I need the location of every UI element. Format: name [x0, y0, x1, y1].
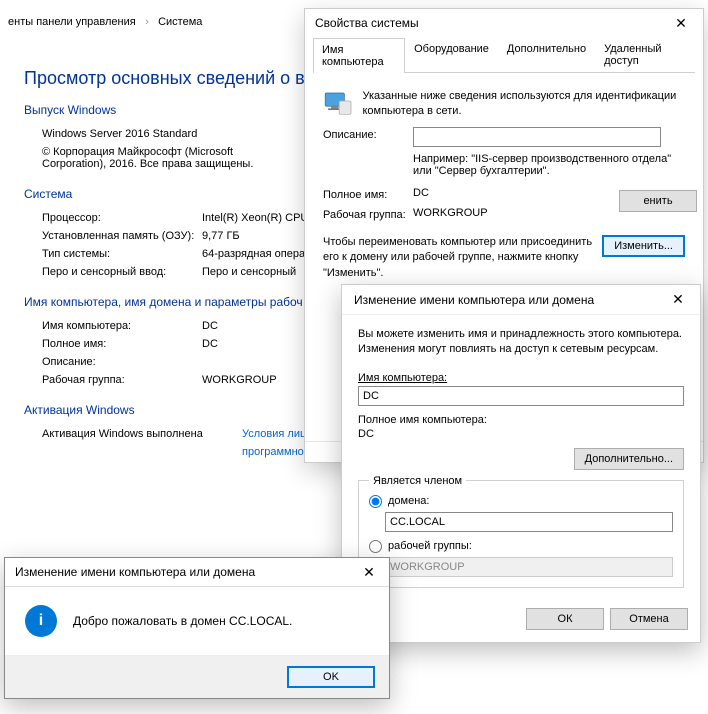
systype-label: Тип системы:: [42, 248, 202, 260]
os-name: Windows Server 2016 Standard: [42, 128, 197, 140]
intro-text: Вы можете изменить имя и принадлежность …: [358, 327, 684, 358]
member-group: Является членом домена: рабочей группы:: [358, 480, 684, 588]
computer-name-input[interactable]: [358, 386, 684, 406]
fullname-value: DC: [358, 428, 684, 440]
description-label: Описание:: [42, 356, 202, 368]
titlebar[interactable]: Свойства системы ✕: [305, 9, 703, 37]
apply-button[interactable]: енить: [619, 190, 697, 212]
close-icon[interactable]: ✕: [656, 286, 700, 314]
pen-label: Перо и сенсорный ввод:: [42, 266, 202, 278]
dialog-buttons: ОК Отмена: [342, 600, 700, 642]
domain-radio[interactable]: [369, 495, 382, 508]
workgroup-label: Рабочая группа:: [42, 374, 202, 386]
change-button[interactable]: Изменить...: [602, 235, 685, 257]
workgroup-radio-label: рабочей группы:: [388, 540, 472, 552]
breadcrumb-current[interactable]: Система: [158, 16, 202, 28]
workgroup-input: [385, 557, 673, 577]
rename-text: Чтобы переименовать компьютер или присое…: [323, 235, 602, 281]
computer-icon: [323, 87, 352, 121]
tab-body: Указанные ниже сведения используются для…: [305, 73, 703, 289]
compname-label: Имя компьютера:: [358, 372, 684, 384]
tabstrip: Имя компьютера Оборудование Дополнительн…: [313, 37, 695, 73]
processor-label: Процессор:: [42, 212, 202, 224]
info-icon: i: [25, 605, 57, 637]
dialog-title: Изменение имени компьютера или домена: [354, 293, 656, 307]
message-text: Добро пожаловать в домен CC.LOCAL.: [73, 614, 292, 628]
tab-advanced[interactable]: Дополнительно: [498, 37, 595, 72]
info-text: Указанные ниже сведения используются для…: [362, 89, 685, 120]
sp-desc-label: Описание:: [323, 127, 413, 141]
breadcrumb-prev[interactable]: енты панели управления: [8, 16, 136, 28]
ok-button[interactable]: OK: [287, 666, 375, 688]
titlebar[interactable]: Изменение имени компьютера или домена ✕: [342, 285, 700, 315]
desc-hint: Например: "IIS-сервер производственного …: [413, 153, 685, 177]
systype-value: 64-разрядная опера: [202, 248, 305, 260]
member-group-title: Является членом: [369, 475, 466, 487]
ok-button[interactable]: ОК: [526, 608, 604, 630]
close-icon[interactable]: ✕: [659, 9, 703, 37]
fullname-label: Полное имя:: [42, 338, 202, 350]
sp-full-label: Полное имя:: [323, 187, 413, 201]
fullname-value: DC: [202, 338, 218, 350]
fullname-label: Полное имя компьютера:: [358, 414, 684, 426]
domain-input[interactable]: [385, 512, 673, 532]
breadcrumb-sep: ›: [145, 16, 149, 28]
sp-wg-label: Рабочая группа:: [323, 207, 413, 221]
domain-radio-label: домена:: [388, 495, 429, 507]
copyright: © Корпорация Майкрософт (Microsoft Corpo…: [42, 146, 282, 170]
compname-label: Имя компьютера:: [42, 320, 202, 332]
description-input[interactable]: [413, 127, 661, 147]
welcome-messagebox: Изменение имени компьютера или домена ✕ …: [4, 557, 390, 699]
workgroup-radio[interactable]: [369, 540, 382, 553]
titlebar[interactable]: Изменение имени компьютера или домена ✕: [5, 558, 389, 586]
dialog-title: Свойства системы: [315, 16, 659, 30]
dialog-title: Изменение имени компьютера или домена: [15, 565, 349, 579]
advanced-button[interactable]: Дополнительно...: [574, 448, 684, 470]
tab-computer-name[interactable]: Имя компьютера: [313, 38, 405, 73]
ram-value: 9,77 ГБ: [202, 230, 240, 242]
processor-value: Intel(R) Xeon(R) CPU: [202, 212, 308, 224]
pen-value: Перо и сенсорный: [202, 266, 296, 278]
compname-value: DC: [202, 320, 218, 332]
dialog-buttons: OK: [5, 656, 389, 698]
dialog-body: Вы можете изменить имя и принадлежность …: [342, 315, 700, 600]
cancel-button[interactable]: Отмена: [610, 608, 688, 630]
close-icon[interactable]: ✕: [349, 558, 389, 586]
name-change-dialog: Изменение имени компьютера или домена ✕ …: [341, 284, 701, 643]
message-body: i Добро пожаловать в домен CC.LOCAL.: [5, 586, 389, 656]
ram-label: Установленная память (ОЗУ):: [42, 230, 202, 242]
tab-hardware[interactable]: Оборудование: [405, 37, 498, 72]
workgroup-value: WORKGROUP: [202, 374, 277, 386]
activation-status: Активация Windows выполнена: [42, 428, 242, 440]
tab-remote[interactable]: Удаленный доступ: [595, 37, 695, 72]
